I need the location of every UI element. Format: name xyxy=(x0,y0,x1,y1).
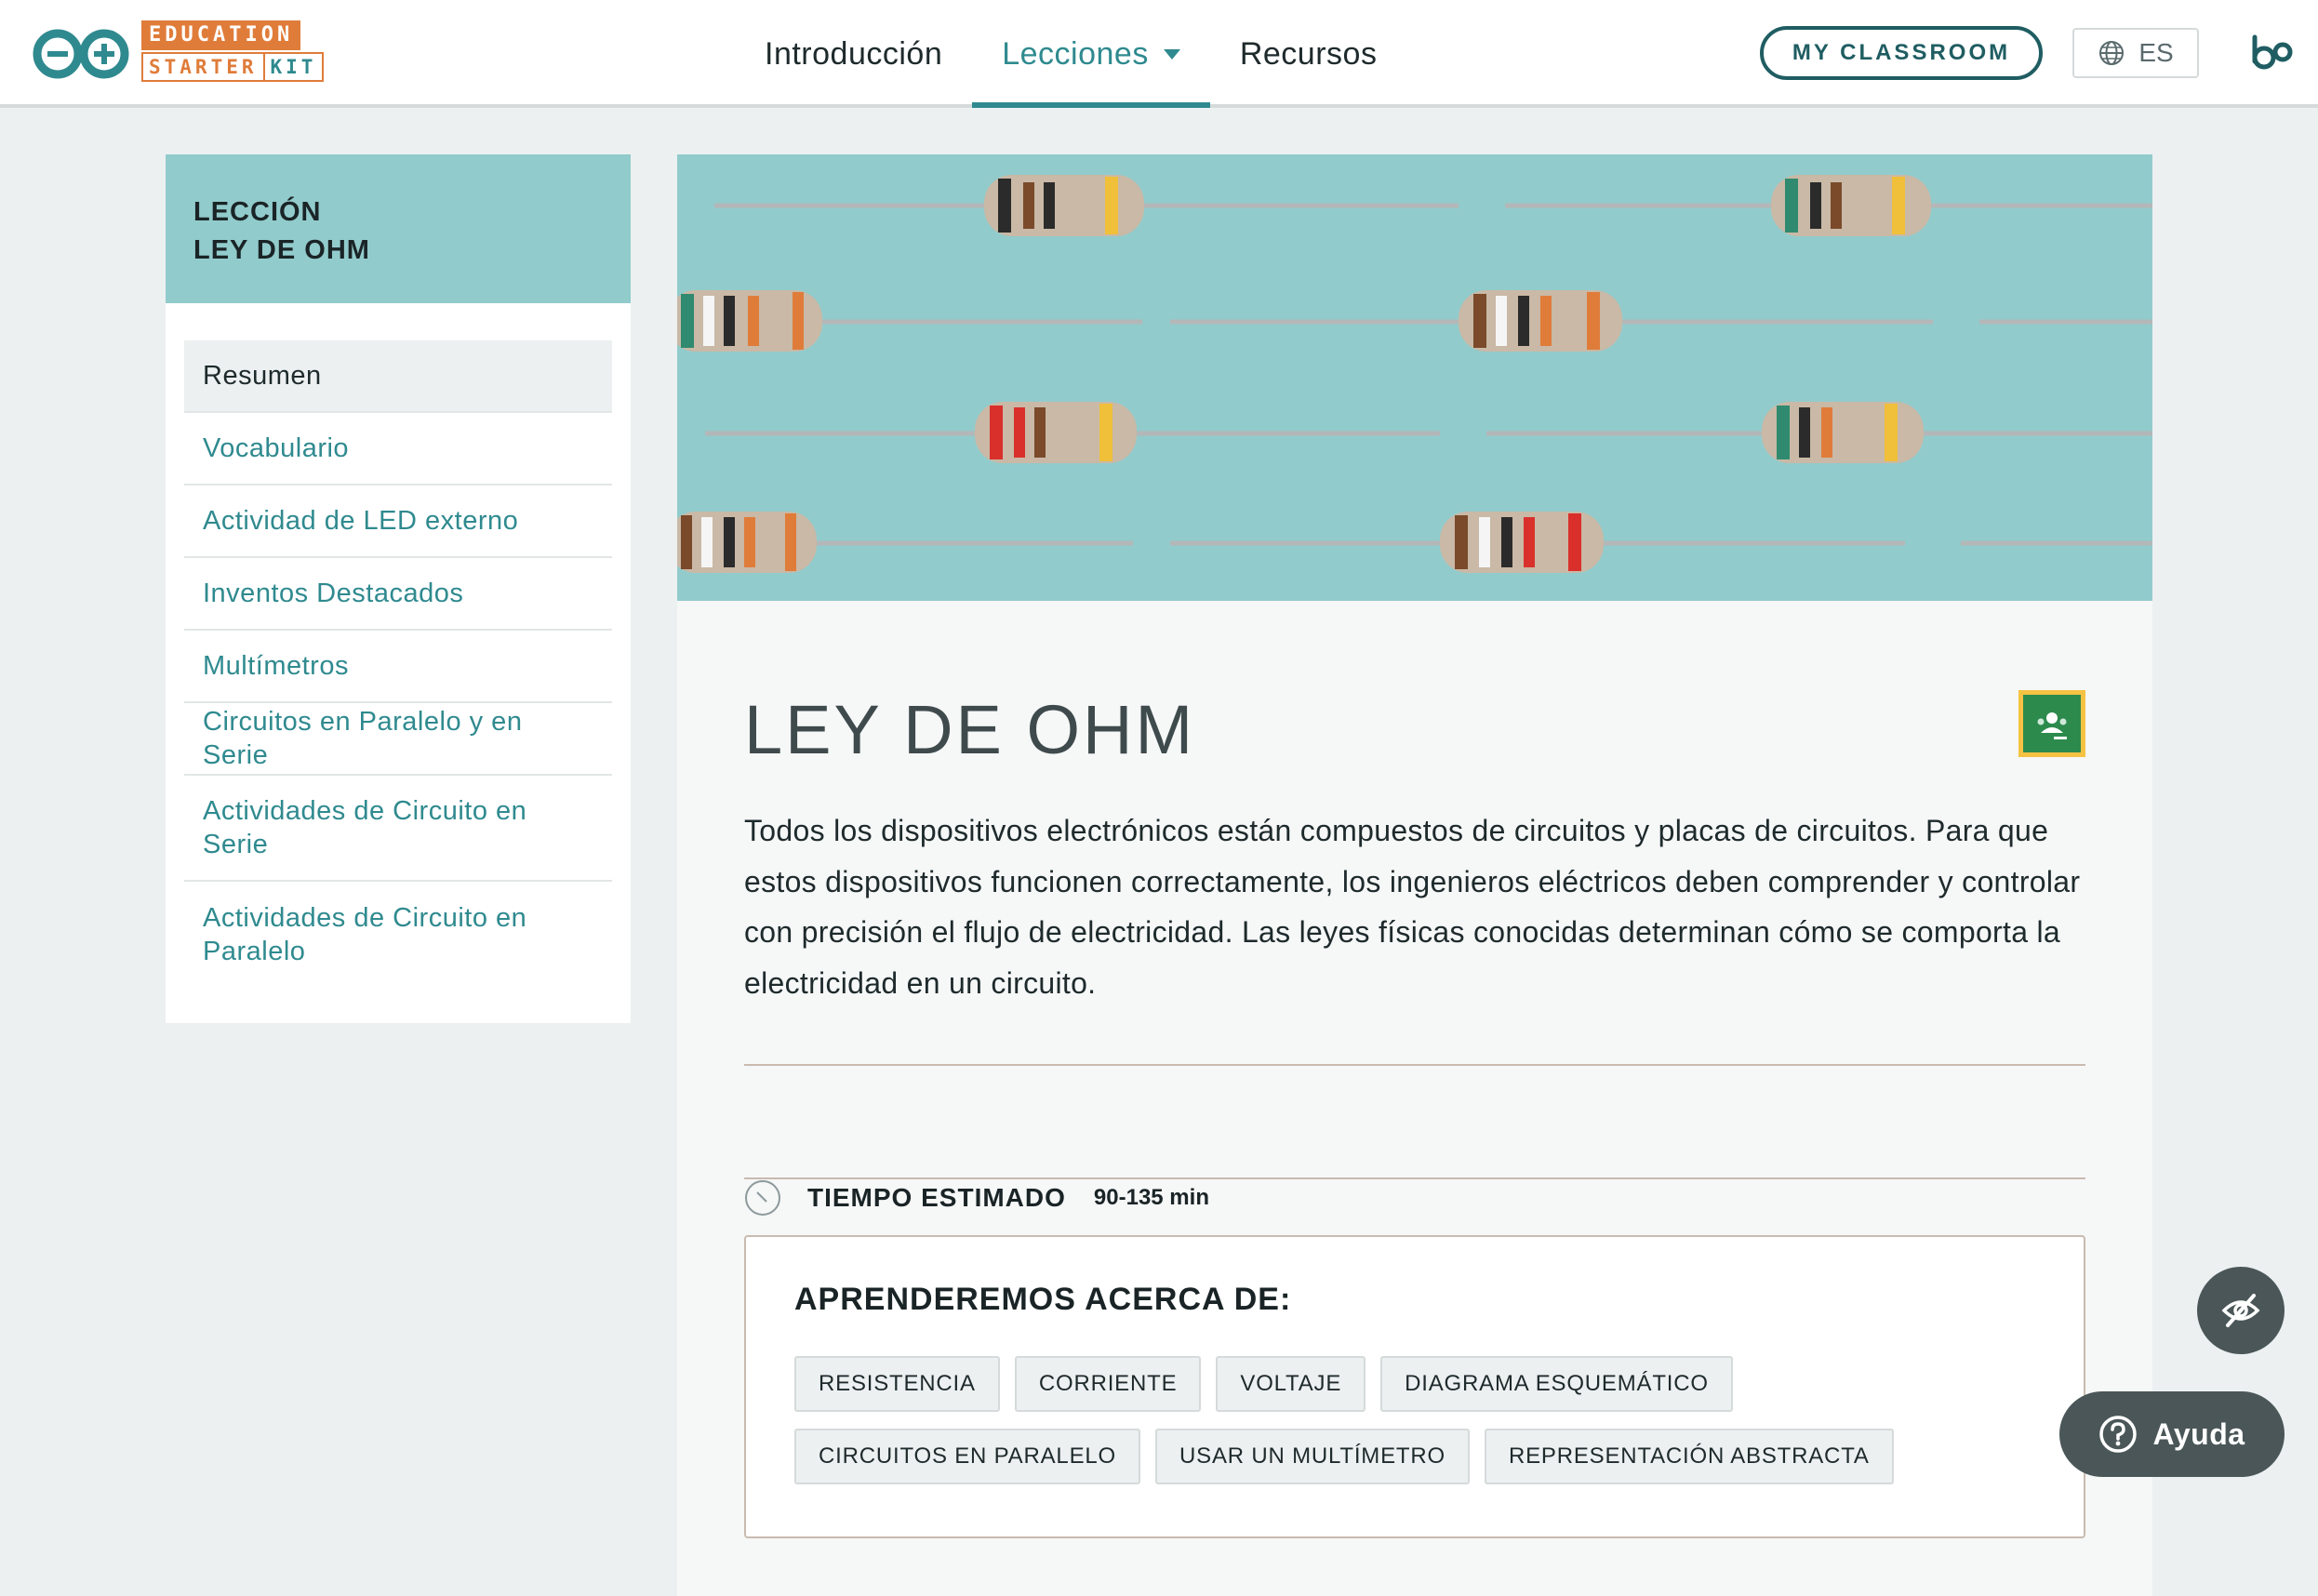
sidebar-item-actividades-paralelo[interactable]: Actividades de Circuito en Paralelo xyxy=(184,882,612,988)
sidebar-item-label: Multímetros xyxy=(203,651,349,681)
sidebar-heading-title: LEY DE OHM xyxy=(193,235,370,265)
lesson-content: LEY DE OHM Todos los dispositivos electr… xyxy=(677,154,2152,1596)
sidebar-item-vocabulario[interactable]: Vocabulario xyxy=(184,413,612,485)
divider-top xyxy=(744,1064,2085,1066)
sidebar-item-label: Resumen xyxy=(203,361,322,391)
topic-tags: RESISTENCIA CORRIENTE VOLTAJE DIAGRAMA E… xyxy=(794,1356,2059,1484)
topic-tag: USAR UN MULTÍMETRO xyxy=(1155,1429,1470,1484)
nav-introduccion-label: Introducción xyxy=(765,35,943,72)
nav-lecciones[interactable]: Lecciones xyxy=(972,0,1210,108)
topic-tag: CIRCUITOS EN PARALELO xyxy=(794,1429,1140,1484)
divider-bottom xyxy=(744,1177,2085,1179)
sidebar-item-actividades-serie[interactable]: Actividades de Circuito en Serie xyxy=(184,776,612,882)
topic-tag: DIAGRAMA ESQUEMÁTICO xyxy=(1380,1356,1733,1412)
sidebar-item-label: Actividad de LED externo xyxy=(203,506,519,536)
sidebar-heading-lesson: LECCIÓN xyxy=(193,197,322,227)
classroom-person-icon xyxy=(2037,712,2067,739)
clock-icon xyxy=(745,1180,780,1216)
language-selector[interactable]: ES xyxy=(2072,28,2199,78)
learning-topics-box: APRENDEREMOS ACERCA DE: RESISTENCIA CORR… xyxy=(744,1235,2085,1538)
resistors-banner-image xyxy=(677,154,2152,601)
lesson-sidebar: LECCIÓN LEY DE OHM Resumen Vocabulario A… xyxy=(166,154,631,1023)
google-classroom-icon[interactable] xyxy=(2018,690,2085,757)
top-header: EDUCATION STARTER KIT Introducción Lecci… xyxy=(0,0,2318,108)
logo-starter-text: STARTER xyxy=(141,52,265,82)
globe-icon xyxy=(2099,41,2125,65)
nav-recursos[interactable]: Recursos xyxy=(1210,0,1407,108)
main-nav: Introducción Lecciones Recursos xyxy=(735,0,1406,108)
logo-kit-text: KIT xyxy=(264,52,325,82)
sidebar-heading: LECCIÓN LEY DE OHM xyxy=(166,154,631,303)
sidebar-item-label: Actividades de Circuito en Serie xyxy=(203,796,527,859)
bo-logo-icon[interactable] xyxy=(2249,32,2294,73)
nav-lecciones-label: Lecciones xyxy=(1002,35,1149,72)
topic-tag: VOLTAJE xyxy=(1216,1356,1366,1412)
nav-recursos-label: Recursos xyxy=(1239,35,1378,72)
learning-topics-title: APRENDEREMOS ACERCA DE: xyxy=(794,1282,1292,1317)
sidebar-list: Resumen Vocabulario Actividad de LED ext… xyxy=(166,303,631,988)
sidebar-item-label: Inventos Destacados xyxy=(203,579,464,608)
sidebar-item-circuitos-paralelo-serie[interactable]: Circuitos en Paralelo y en Serie xyxy=(184,703,612,776)
page-title: LEY DE OHM xyxy=(744,691,1196,768)
sidebar-item-resumen[interactable]: Resumen xyxy=(184,340,612,413)
education-starter-kit-logo[interactable]: EDUCATION STARTER KIT xyxy=(141,20,325,82)
sidebar-item-multimetros[interactable]: Multímetros xyxy=(184,631,612,703)
sidebar-item-actividad-led[interactable]: Actividad de LED externo xyxy=(184,485,612,558)
sidebar-item-inventos[interactable]: Inventos Destacados xyxy=(184,558,612,631)
chevron-down-icon xyxy=(1163,48,1180,60)
language-code: ES xyxy=(2138,38,2174,67)
topic-tag: REPRESENTACIÓN ABSTRACTA xyxy=(1484,1429,1894,1484)
time-value: 90-135 min xyxy=(1093,1185,1209,1210)
help-label: Ayuda xyxy=(2152,1416,2245,1451)
my-classroom-button[interactable]: MY CLASSROOM xyxy=(1760,26,2043,80)
sidebar-item-label: Vocabulario xyxy=(203,433,350,463)
lesson-description: Todos los dispositivos electrónicos está… xyxy=(744,814,2081,1000)
hide-widget-button[interactable] xyxy=(2197,1267,2285,1354)
sidebar-item-label: Circuitos en Paralelo y en Serie xyxy=(203,707,523,770)
help-button[interactable]: Ayuda xyxy=(2059,1391,2285,1477)
time-label: TIEMPO ESTIMADO xyxy=(807,1183,1066,1212)
sidebar-item-label: Actividades de Circuito en Paralelo xyxy=(203,903,527,966)
logo-education-text: EDUCATION xyxy=(141,20,301,50)
question-circle-icon xyxy=(2099,1416,2138,1453)
estimated-time-row: TIEMPO ESTIMADO 90-135 min xyxy=(744,1177,1209,1218)
arduino-infinity-icon[interactable] xyxy=(32,28,130,80)
nav-introduccion[interactable]: Introducción xyxy=(735,0,972,108)
topic-tag: CORRIENTE xyxy=(1014,1356,1202,1412)
topic-tag: RESISTENCIA xyxy=(794,1356,1000,1412)
eye-slash-icon xyxy=(2221,1294,2260,1327)
